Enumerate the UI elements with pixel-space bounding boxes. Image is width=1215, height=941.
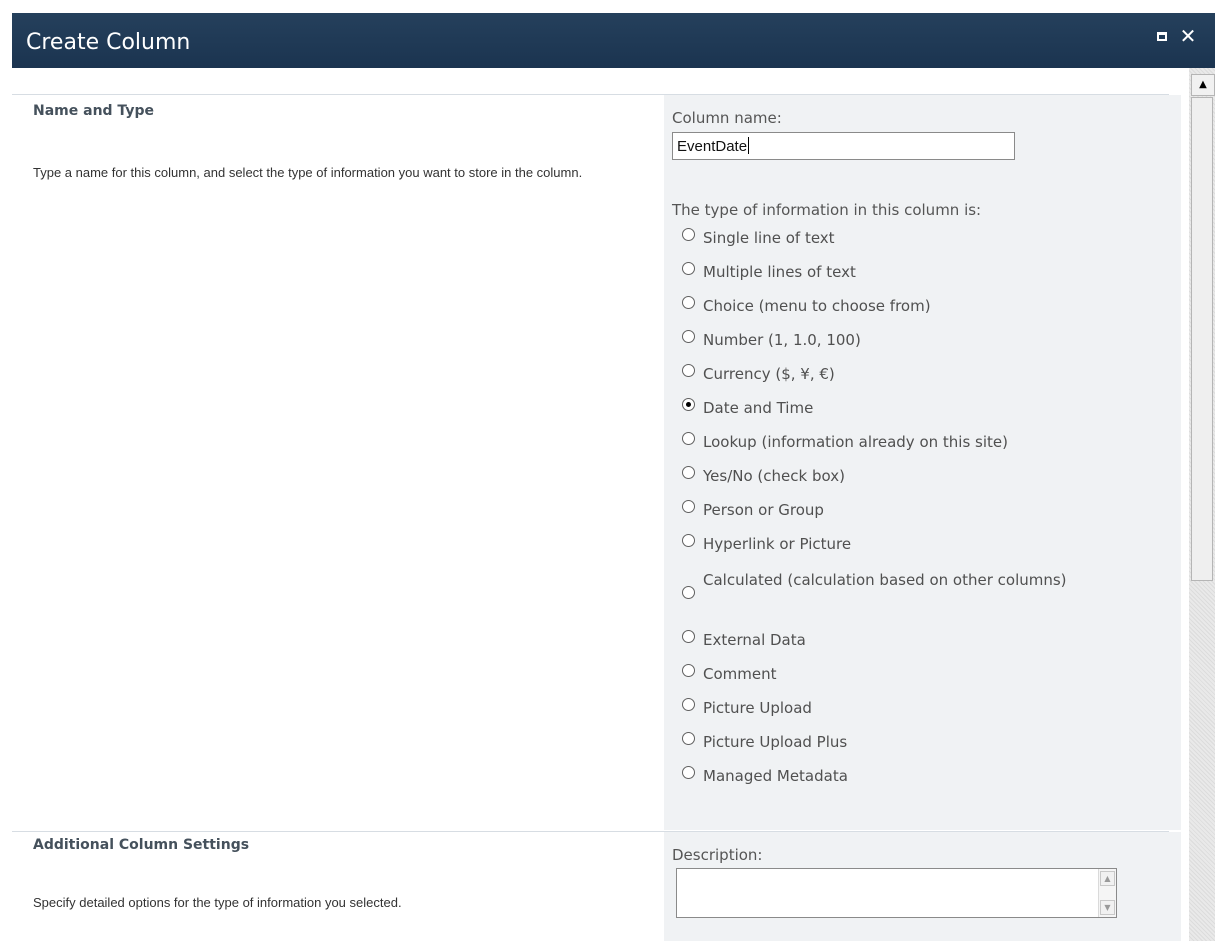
scrollbar-thumb[interactable] (1191, 97, 1213, 581)
scroll-up-arrow-icon[interactable]: ▲ (1191, 74, 1215, 96)
type-option-label: Number (1, 1.0, 100) (703, 331, 861, 349)
type-option-date-time[interactable]: Date and Time (682, 398, 1142, 419)
radio-button[interactable] (682, 296, 695, 309)
dialog-title: Create Column (26, 30, 191, 55)
type-option-single-line[interactable]: Single line of text (682, 228, 1142, 249)
radio-button[interactable] (682, 766, 695, 779)
type-option-label: Lookup (information already on this site… (703, 433, 1008, 451)
close-icon[interactable]: ✕ (1180, 24, 1197, 48)
column-name-input[interactable]: EventDate (672, 132, 1015, 160)
column-name-label: Column name: (672, 109, 782, 127)
radio-button[interactable] (682, 262, 695, 275)
radio-button[interactable] (682, 698, 695, 711)
type-option-label: Hyperlink or Picture (703, 535, 852, 553)
type-option-label: Picture Upload Plus (703, 733, 848, 751)
type-option-label: Date and Time (703, 399, 814, 417)
type-option-label: Managed Metadata (703, 767, 848, 785)
type-option-yes-no[interactable]: Yes/No (check box) (682, 466, 1142, 487)
type-option-label: Choice (menu to choose from) (703, 297, 931, 315)
type-option-hyperlink[interactable]: Hyperlink or Picture (682, 534, 1142, 555)
radio-button[interactable] (682, 466, 695, 479)
column-name-value: EventDate (677, 138, 748, 155)
name-and-type-heading: Name and Type (33, 103, 154, 119)
radio-button[interactable] (682, 732, 695, 745)
radio-button-selected[interactable] (682, 398, 695, 411)
type-option-label: Single line of text (703, 229, 835, 247)
type-option-managed-metadata[interactable]: Managed Metadata (682, 766, 1142, 787)
type-option-label: Multiple lines of text (703, 263, 856, 281)
type-option-label: Person or Group (703, 501, 824, 519)
type-option-label: Picture Upload (703, 699, 812, 717)
radio-button[interactable] (682, 630, 695, 643)
additional-settings-description: Specify detailed options for the type of… (33, 895, 402, 910)
radio-button[interactable] (682, 534, 695, 547)
scroll-down-icon[interactable]: ▼ (1100, 900, 1115, 915)
radio-button[interactable] (682, 330, 695, 343)
type-option-label: Yes/No (check box) (703, 467, 845, 485)
description-label: Description: (672, 846, 763, 864)
radio-button[interactable] (682, 586, 695, 599)
type-label: The type of information in this column i… (672, 201, 982, 219)
type-option-multiple-lines[interactable]: Multiple lines of text (682, 262, 1142, 283)
additional-settings-heading: Additional Column Settings (33, 837, 250, 853)
type-option-external-data[interactable]: External Data (682, 630, 1142, 651)
radio-button[interactable] (682, 228, 695, 241)
type-option-comment[interactable]: Comment (682, 664, 1142, 685)
top-strip (0, 0, 1215, 13)
type-option-label: Calculated (calculation based on other c… (703, 571, 1067, 589)
text-caret (748, 137, 750, 154)
radio-button[interactable] (682, 364, 695, 377)
type-option-calculated[interactable]: Calculated (calculation based on other c… (682, 570, 1102, 599)
type-option-label: Currency ($, ¥, €) (703, 365, 835, 383)
name-and-type-description: Type a name for this column, and select … (33, 165, 583, 180)
type-option-lookup[interactable]: Lookup (information already on this site… (682, 432, 1142, 453)
textarea-scrollbar[interactable]: ▲ ▼ (1098, 869, 1116, 917)
type-option-picture-upload[interactable]: Picture Upload (682, 698, 1142, 719)
description-textarea[interactable]: ▲ ▼ (676, 868, 1117, 918)
type-option-picture-upload-plus[interactable]: Picture Upload Plus (682, 732, 1142, 753)
type-option-number[interactable]: Number (1, 1.0, 100) (682, 330, 1142, 351)
type-option-currency[interactable]: Currency ($, ¥, €) (682, 364, 1142, 385)
dialog-titlebar: Create Column ✕ (12, 13, 1215, 68)
radio-button[interactable] (682, 432, 695, 445)
maximize-icon[interactable] (1154, 26, 1170, 46)
type-option-label: External Data (703, 631, 806, 649)
scroll-up-icon[interactable]: ▲ (1100, 871, 1115, 886)
type-option-choice[interactable]: Choice (menu to choose from) (682, 296, 1142, 317)
radio-button[interactable] (682, 500, 695, 513)
radio-button[interactable] (682, 664, 695, 677)
type-option-person-group[interactable]: Person or Group (682, 500, 1142, 521)
type-option-label: Comment (703, 665, 777, 683)
